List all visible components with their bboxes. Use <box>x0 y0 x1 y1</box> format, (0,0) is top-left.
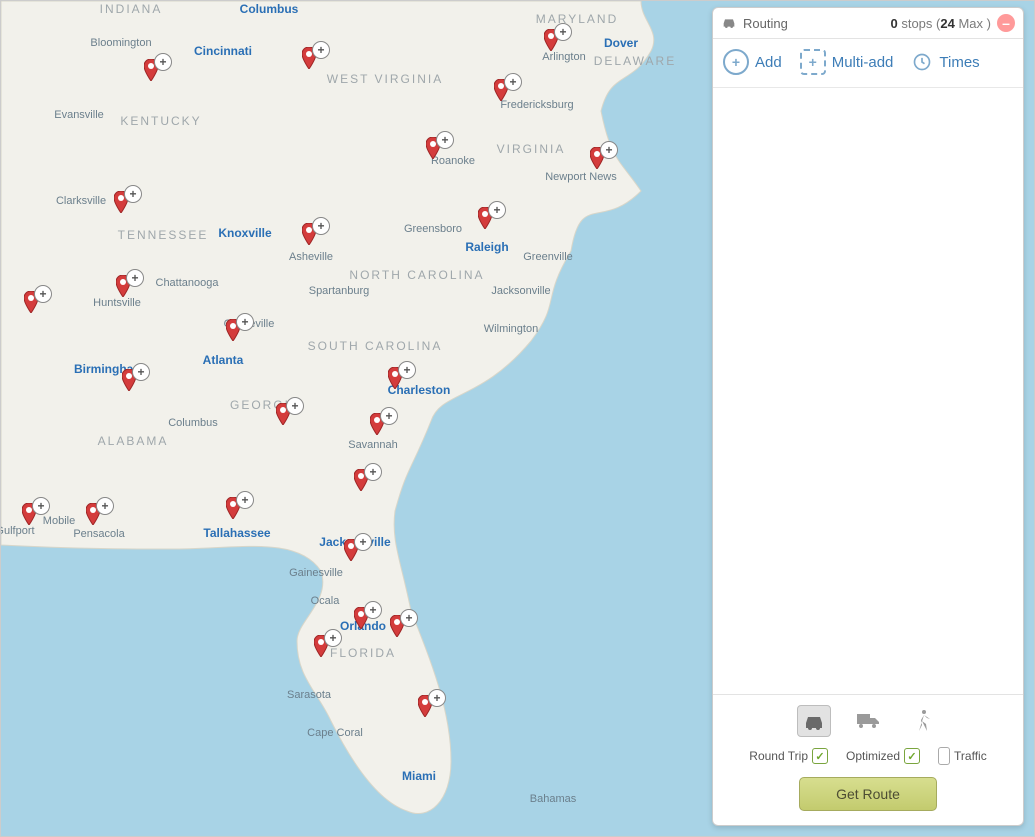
pin-add-icon[interactable]: + <box>398 361 416 379</box>
check-icon: ✓ <box>904 748 920 764</box>
map-pin[interactable]: + <box>22 503 36 525</box>
pin-add-icon[interactable]: + <box>428 689 446 707</box>
pin-add-icon[interactable]: + <box>236 491 254 509</box>
panel-title: Routing <box>743 16 788 31</box>
pin-add-icon[interactable]: + <box>126 269 144 287</box>
pin-add-icon[interactable]: + <box>324 629 342 647</box>
map-pin[interactable]: + <box>302 47 316 69</box>
pin-add-icon[interactable]: + <box>600 141 618 159</box>
check-icon: ✓ <box>812 748 828 764</box>
clock-icon <box>911 51 933 73</box>
land-mass <box>1 1 721 837</box>
pin-add-icon[interactable]: + <box>488 201 506 219</box>
map-pin[interactable]: + <box>144 59 158 81</box>
pin-add-icon[interactable]: + <box>364 463 382 481</box>
multi-add-label: Multi-add <box>832 54 894 71</box>
round-trip-label: Round Trip <box>749 749 808 763</box>
stops-max: 24 <box>940 16 954 31</box>
routing-panel: Routing 0 stops (24 Max ) – + Add + Mult… <box>712 7 1024 826</box>
map-pin[interactable]: + <box>390 615 404 637</box>
map-pin[interactable]: + <box>388 367 402 389</box>
pin-add-icon[interactable]: + <box>436 131 454 149</box>
pin-add-icon[interactable]: + <box>32 497 50 515</box>
times-label: Times <box>939 54 979 71</box>
map-pin[interactable]: + <box>86 503 100 525</box>
pin-add-icon[interactable]: + <box>354 533 372 551</box>
panel-tools: + Add + Multi-add Times <box>713 39 1023 88</box>
pin-add-icon[interactable]: + <box>312 41 330 59</box>
map-pin[interactable]: + <box>494 79 508 101</box>
pin-add-icon[interactable]: + <box>364 601 382 619</box>
pin-add-icon[interactable]: + <box>380 407 398 425</box>
map-pin[interactable]: + <box>114 191 128 213</box>
multi-plus-icon: + <box>800 49 826 75</box>
map-pin[interactable]: + <box>344 539 358 561</box>
mode-walk[interactable] <box>907 705 939 735</box>
plus-icon: + <box>723 49 749 75</box>
panel-footer: Round Trip ✓ Optimized ✓ Traffic Get Rou… <box>713 694 1023 825</box>
traffic-light-icon <box>938 747 950 765</box>
multi-add-button[interactable]: + Multi-add <box>800 49 894 75</box>
map-pin[interactable]: + <box>122 369 136 391</box>
pin-add-icon[interactable]: + <box>124 185 142 203</box>
map-pin[interactable]: + <box>354 469 368 491</box>
optimized-toggle[interactable]: Optimized ✓ <box>846 748 920 764</box>
route-options: Round Trip ✓ Optimized ✓ Traffic <box>723 747 1013 765</box>
map-pin[interactable]: + <box>226 497 240 519</box>
map-pin[interactable]: + <box>302 223 316 245</box>
optimized-label: Optimized <box>846 749 900 763</box>
pin-add-icon[interactable]: + <box>34 285 52 303</box>
pin-add-icon[interactable]: + <box>312 217 330 235</box>
mode-car[interactable] <box>797 705 831 737</box>
stops-list-empty <box>713 88 1023 694</box>
pin-add-icon[interactable]: + <box>554 23 572 41</box>
close-icon[interactable]: – <box>997 14 1015 32</box>
map-pin[interactable]: + <box>478 207 492 229</box>
map-pin[interactable]: + <box>370 413 384 435</box>
traffic-toggle[interactable]: Traffic <box>938 747 987 765</box>
map-pin[interactable]: + <box>544 29 558 51</box>
mode-truck[interactable] <box>853 705 885 735</box>
map-pin[interactable]: + <box>354 607 368 629</box>
pin-add-icon[interactable]: + <box>400 609 418 627</box>
pin-add-icon[interactable]: + <box>96 497 114 515</box>
pin-add-icon[interactable]: + <box>236 313 254 331</box>
coastline <box>1 1 654 814</box>
stops-count: 0 <box>890 16 897 31</box>
map-pin[interactable]: + <box>314 635 328 657</box>
traffic-label: Traffic <box>954 749 987 763</box>
pin-add-icon[interactable]: + <box>504 73 522 91</box>
panel-header: Routing 0 stops (24 Max ) – <box>713 8 1023 39</box>
map-pin[interactable]: + <box>426 137 440 159</box>
pin-add-icon[interactable]: + <box>286 397 304 415</box>
map-pin[interactable]: + <box>226 319 240 341</box>
pin-add-icon[interactable]: + <box>132 363 150 381</box>
add-label: Add <box>755 54 782 71</box>
round-trip-toggle[interactable]: Round Trip ✓ <box>749 748 828 764</box>
add-button[interactable]: + Add <box>723 49 782 75</box>
map-pin[interactable]: + <box>276 403 290 425</box>
map-pin[interactable]: + <box>418 695 432 717</box>
car-icon <box>721 15 737 32</box>
times-button[interactable]: Times <box>911 51 979 73</box>
stops-summary: 0 stops (24 Max ) – <box>890 14 1015 32</box>
map-pin[interactable]: + <box>24 291 38 313</box>
map-pin[interactable]: + <box>590 147 604 169</box>
map-pin[interactable]: + <box>116 275 130 297</box>
get-route-button[interactable]: Get Route <box>799 777 937 811</box>
travel-modes <box>723 705 1013 737</box>
pin-add-icon[interactable]: + <box>154 53 172 71</box>
stops-word: stops <box>901 16 932 31</box>
